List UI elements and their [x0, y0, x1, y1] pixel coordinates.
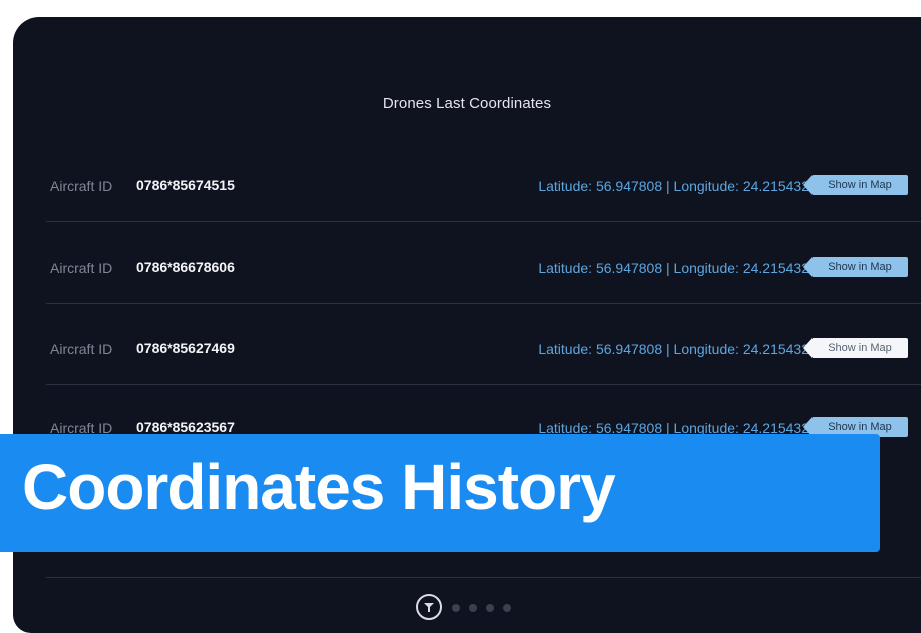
aircraft-id-value: 0786*85623567: [136, 419, 235, 435]
coordinates-text: Latitude: 56.947808 | Longitude: 24.2154…: [538, 260, 809, 276]
row-divider: [46, 303, 921, 304]
table-row: Aircraft ID 0786*85674515 Latitude: 56.9…: [13, 167, 921, 207]
aircraft-id-value: 0786*85674515: [136, 177, 235, 193]
drone-icon[interactable]: [416, 594, 442, 620]
aircraft-id-value: 0786*86678606: [136, 259, 235, 275]
coordinates-text: Latitude: 56.947808 | Longitude: 24.2154…: [538, 178, 809, 194]
row-divider: [46, 577, 921, 578]
table-row: Aircraft ID 0786*85627469 Latitude: 56.9…: [13, 330, 921, 370]
aircraft-id-value: 0786*85627469: [136, 340, 235, 356]
row-divider: [46, 221, 921, 222]
aircraft-id-label: Aircraft ID: [50, 341, 113, 357]
show-in-map-button[interactable]: Show in Map: [803, 338, 908, 358]
coordinates-text: Latitude: 56.947808 | Longitude: 24.2154…: [538, 341, 809, 357]
page-title: Drones Last Coordinates: [382, 95, 552, 112]
banner-title: Coordinates History: [22, 451, 616, 523]
page-dot[interactable]: [469, 604, 477, 612]
page-dot[interactable]: [452, 604, 460, 612]
aircraft-id-label: Aircraft ID: [50, 260, 113, 276]
show-in-map-button[interactable]: Show in Map: [803, 175, 908, 195]
show-in-map-button[interactable]: Show in Map: [803, 257, 908, 277]
aircraft-id-label: Aircraft ID: [50, 178, 113, 194]
page-dot[interactable]: [486, 604, 494, 612]
table-row: Aircraft ID 0786*86678606 Latitude: 56.9…: [13, 249, 921, 289]
feature-banner: Coordinates History: [0, 434, 880, 552]
row-divider: [46, 384, 921, 385]
page-dot[interactable]: [503, 604, 511, 612]
